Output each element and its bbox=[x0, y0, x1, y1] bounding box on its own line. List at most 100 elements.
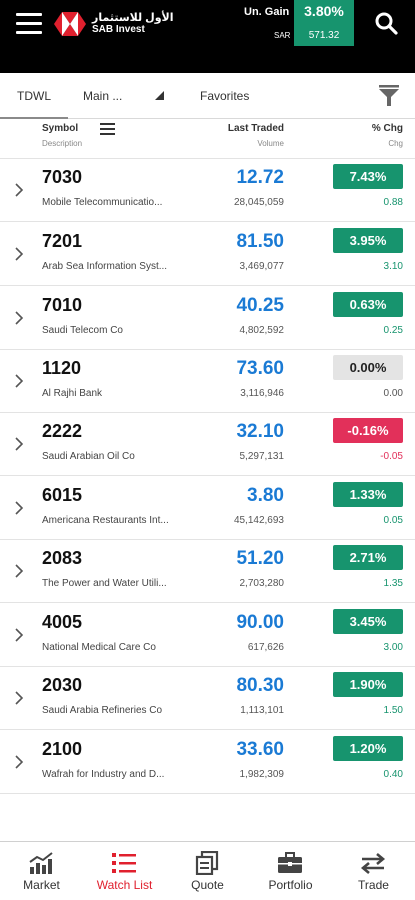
stock-symbol: 6015 bbox=[42, 485, 83, 505]
unrealized-gain-percent: 3.80% bbox=[304, 3, 344, 19]
sort-list-icon[interactable] bbox=[100, 123, 115, 135]
nav-portfolio[interactable]: Portfolio bbox=[249, 842, 332, 900]
last-traded-price: 40.25 bbox=[236, 295, 284, 316]
table-row[interactable]: 2222 Saudi Arabian Oil Co 32.10 5,297,13… bbox=[0, 413, 415, 476]
chevron-right-icon bbox=[15, 755, 24, 769]
chevron-right-icon bbox=[15, 247, 24, 261]
chevron-right-icon bbox=[15, 501, 24, 515]
percent-change-header[interactable]: % Chg bbox=[303, 123, 403, 134]
trade-volume: 3,469,077 bbox=[239, 261, 285, 272]
trade-volume: 1,113,101 bbox=[240, 705, 284, 716]
hexagon-logo-icon bbox=[54, 12, 86, 36]
last-traded-price: 33.60 bbox=[236, 739, 284, 760]
nav-portfolio-label: Portfolio bbox=[268, 878, 313, 892]
nav-watch-list-label: Watch List bbox=[96, 878, 153, 892]
change-value: 0.40 bbox=[383, 769, 403, 780]
stock-description: Americana Restaurants Int... bbox=[42, 515, 169, 526]
table-row[interactable]: 7030 Mobile Telecommunicatio... 12.72 28… bbox=[0, 159, 415, 222]
table-row[interactable]: 2100 Wafrah for Industry and D... 33.60 … bbox=[0, 731, 415, 794]
trade-volume: 45,142,693 bbox=[233, 515, 284, 526]
unrealized-gain-label: Un. Gain bbox=[244, 6, 290, 18]
volume-header: Volume bbox=[257, 139, 284, 148]
stock-description: Saudi Arabia Refineries Co bbox=[42, 705, 163, 716]
stock-symbol: 7030 bbox=[42, 167, 83, 187]
hamburger-menu-icon[interactable] bbox=[16, 13, 42, 35]
stock-description: National Medical Care Co bbox=[42, 642, 156, 653]
percent-change-badge: 1.33% bbox=[333, 482, 403, 507]
percent-change-badge: 7.43% bbox=[333, 164, 403, 189]
currency-label: SAR bbox=[274, 31, 291, 40]
last-traded-header[interactable]: Last Traded bbox=[186, 123, 284, 134]
trade-volume: 617,626 bbox=[247, 642, 284, 653]
table-row[interactable]: 6015 Americana Restaurants Int... 3.80 4… bbox=[0, 477, 415, 540]
stock-symbol: 2222 bbox=[42, 421, 83, 441]
percent-change-badge: 1.20% bbox=[333, 736, 403, 761]
percent-change-badge: 1.90% bbox=[333, 672, 403, 697]
chevron-right-icon bbox=[15, 437, 24, 451]
trade-arrows-icon bbox=[360, 853, 386, 874]
tab-main[interactable]: Main ... bbox=[83, 73, 122, 119]
nav-market-label: Market bbox=[23, 878, 60, 892]
percent-change-badge: 3.45% bbox=[333, 609, 403, 634]
change-value: 3.00 bbox=[383, 642, 403, 653]
last-traded-price: 32.10 bbox=[236, 421, 284, 442]
nav-quote[interactable]: Quote bbox=[166, 842, 249, 900]
bar-chart-icon bbox=[29, 852, 53, 874]
chevron-right-icon bbox=[15, 628, 24, 642]
chevron-right-icon bbox=[15, 183, 24, 197]
dropdown-arrow-icon[interactable] bbox=[155, 91, 164, 100]
watchlist-tabs: TDWL Main ... Favorites bbox=[0, 73, 415, 119]
last-traded-price: 81.50 bbox=[236, 231, 284, 252]
nav-trade-label: Trade bbox=[358, 878, 389, 892]
symbol-header[interactable]: Symbol bbox=[42, 123, 78, 134]
last-traded-price: 3.80 bbox=[247, 485, 284, 506]
table-row[interactable]: 7010 Saudi Telecom Co 40.25 4,802,592 0.… bbox=[0, 287, 415, 350]
table-row[interactable]: 7201 Arab Sea Information Syst... 81.50 … bbox=[0, 223, 415, 286]
table-row[interactable]: 2030 Saudi Arabia Refineries Co 80.30 1,… bbox=[0, 667, 415, 730]
filter-icon[interactable] bbox=[378, 85, 400, 107]
bottom-navigation: Market Watch List Quote Portfolio Trade bbox=[0, 841, 415, 900]
last-traded-price: 90.00 bbox=[236, 612, 284, 633]
last-traded-price: 51.20 bbox=[236, 548, 284, 569]
chevron-right-icon bbox=[15, 564, 24, 578]
trade-volume: 3,116,946 bbox=[240, 388, 284, 399]
trade-volume: 28,045,059 bbox=[233, 197, 284, 208]
last-traded-price: 80.30 bbox=[236, 675, 284, 696]
last-traded-price: 12.72 bbox=[236, 167, 284, 188]
nav-market[interactable]: Market bbox=[0, 842, 83, 900]
stock-symbol: 7201 bbox=[42, 231, 83, 251]
table-row[interactable]: 1120 Al Rajhi Bank 73.60 3,116,946 0.00%… bbox=[0, 350, 415, 413]
chevron-right-icon bbox=[15, 691, 24, 705]
stock-description: Saudi Telecom Co bbox=[42, 325, 123, 336]
percent-change-badge: -0.16% bbox=[333, 418, 403, 443]
stock-symbol: 2030 bbox=[42, 675, 83, 695]
top-header: الأول للاستثمار SAB Invest Un. Gain SAR … bbox=[0, 0, 415, 73]
stock-symbol: 2083 bbox=[42, 548, 83, 568]
stock-description: The Power and Water Utili... bbox=[42, 578, 167, 589]
app-root: الأول للاستثمار SAB Invest Un. Gain SAR … bbox=[0, 0, 415, 900]
description-header: Description bbox=[42, 139, 83, 148]
change-header: Chg bbox=[388, 139, 403, 148]
percent-change-badge: 2.71% bbox=[333, 545, 403, 570]
change-value: -0.05 bbox=[380, 451, 403, 462]
chevron-right-icon bbox=[15, 311, 24, 325]
nav-watch-list[interactable]: Watch List bbox=[83, 842, 166, 900]
list-icon bbox=[112, 853, 136, 873]
change-value: 0.88 bbox=[383, 197, 403, 208]
last-traded-price: 73.60 bbox=[236, 358, 284, 379]
nav-trade[interactable]: Trade bbox=[332, 842, 415, 900]
trade-volume: 4,802,592 bbox=[239, 325, 285, 336]
table-row[interactable]: 2083 The Power and Water Utili... 51.20 … bbox=[0, 540, 415, 603]
percent-change-badge: 0.63% bbox=[333, 292, 403, 317]
column-headers: Symbol Description Last Traded Volume % … bbox=[0, 119, 415, 159]
unrealized-gain-box[interactable]: 3.80% 571.32 bbox=[294, 0, 354, 46]
stock-description: Arab Sea Information Syst... bbox=[42, 261, 168, 272]
brand-name-english: SAB Invest bbox=[92, 24, 145, 35]
search-icon[interactable] bbox=[374, 11, 398, 35]
table-row[interactable]: 4005 National Medical Care Co 90.00 617,… bbox=[0, 604, 415, 667]
tab-tdwl[interactable]: TDWL bbox=[0, 73, 68, 119]
trade-volume: 5,297,131 bbox=[239, 451, 285, 462]
nav-quote-label: Quote bbox=[191, 878, 224, 892]
tab-favorites[interactable]: Favorites bbox=[200, 73, 249, 119]
stock-description: Saudi Arabian Oil Co bbox=[42, 451, 135, 462]
